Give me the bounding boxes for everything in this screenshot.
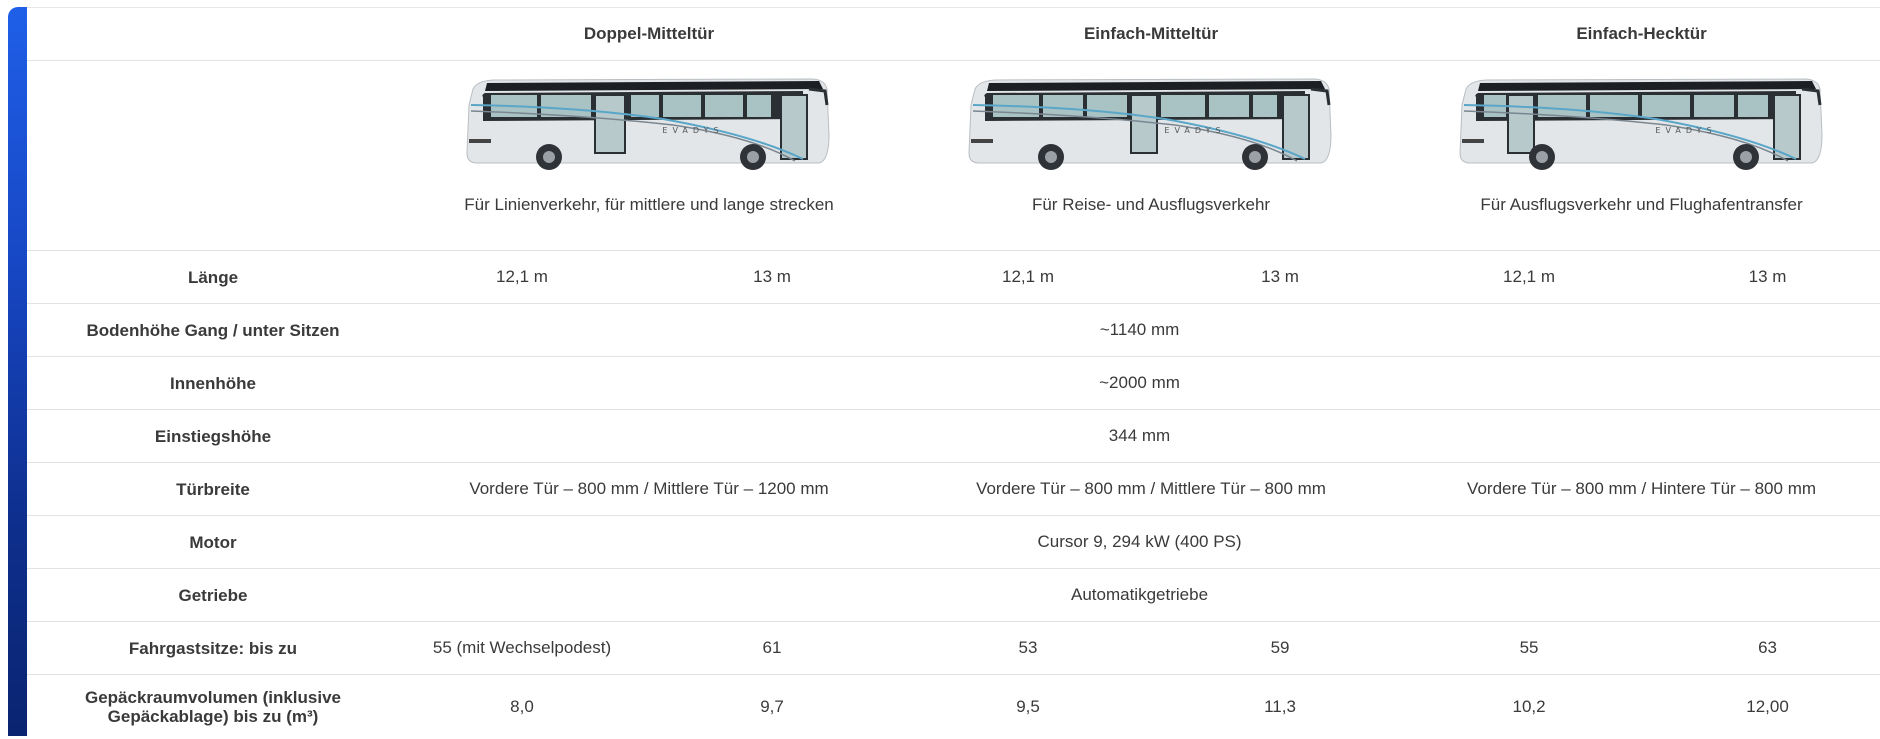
table-cell: 13 m: [1157, 250, 1404, 304]
table-cell: 344 mm: [399, 409, 1880, 463]
table-cell: Automatikgetriebe: [399, 568, 1880, 622]
svg-text:EVADYS: EVADYS: [662, 126, 723, 135]
table-row: Motor Cursor 9, 294 kW (400 PS): [27, 515, 1880, 569]
spec-table: Doppel-Mitteltür Einfach-Mitteltür Einfa…: [27, 7, 1880, 739]
svg-text:EVADYS: EVADYS: [1655, 126, 1716, 135]
table-cell: 55 (mit Wechselpodest): [399, 621, 645, 675]
table-cell: ~1140 mm: [399, 303, 1880, 357]
bus-description: Für Reise- und Ausflugsverkehr: [1031, 195, 1271, 214]
table-cell: 13 m: [1655, 250, 1880, 304]
bus-cell-2: EVADYS Für Reise- und Ausflugsverkehr: [899, 60, 1404, 251]
table-cell: 12,1 m: [899, 250, 1158, 304]
label-line: Gepäckraumvolumen (inklusive: [84, 687, 342, 707]
table-row: Innenhöhe ~2000 mm: [27, 356, 1880, 410]
table-cell: 12,1 m: [1403, 250, 1656, 304]
table-cell: 12,00: [1655, 674, 1880, 739]
bus-cell-3: EVADYS Für Ausflugsverkehr und Flughafen…: [1403, 60, 1880, 251]
table-cell: 59: [1157, 621, 1404, 675]
label-line: Gepäckablage) bis zu (m³): [107, 706, 319, 726]
table-cell: 12,1 m: [399, 250, 645, 304]
table-cell: 55: [1403, 621, 1656, 675]
table-cell: Vordere Tür – 800 mm / Mittlere Tür – 12…: [399, 462, 900, 516]
table-row: Gepäckraumvolumen (inklusive Gepäckablag…: [27, 674, 1880, 739]
table-cell: 8,0: [399, 674, 645, 739]
table-cell: 9,5: [899, 674, 1158, 739]
row-label-gepaeckraumvolumen: Gepäckraumvolumen (inklusive Gepäckablag…: [27, 674, 399, 739]
column-header-doppel-mitteltuer: Doppel-Mitteltür: [399, 7, 900, 61]
table-cell: Cursor 9, 294 kW (400 PS): [399, 515, 1880, 569]
bus-cell-1: EVADYS Für Linienverkehr, für mittlere u…: [399, 60, 900, 251]
table-row: Bodenhöhe Gang / unter Sitzen ~1140 mm: [27, 303, 1880, 357]
table-cell: 63: [1655, 621, 1880, 675]
header-row: Doppel-Mitteltür Einfach-Mitteltür Einfa…: [27, 7, 1880, 61]
table-row: Länge 12,1 m 13 m 12,1 m 13 m 12,1 m 13 …: [27, 250, 1880, 304]
row-label-getriebe: Getriebe: [27, 568, 399, 622]
bus-description: Für Ausflugsverkehr und Flughafentransfe…: [1480, 195, 1803, 214]
bus-image-row: EVADYS Für Linienverkehr, für mittlere u…: [27, 60, 1880, 251]
column-header-einfach-hecktuer: Einfach-Hecktür: [1403, 7, 1880, 61]
table-row: Fahrgastsitze: bis zu 55 (mit Wechselpod…: [27, 621, 1880, 675]
table-cell: 11,3: [1157, 674, 1404, 739]
table-cell: 61: [645, 621, 900, 675]
column-header-einfach-mitteltuer: Einfach-Mitteltür: [899, 7, 1404, 61]
header-empty-cell: [27, 7, 399, 61]
row-label-motor: Motor: [27, 515, 399, 569]
table-cell: 9,7: [645, 674, 900, 739]
table-cell: Vordere Tür – 800 mm / Hintere Tür – 800…: [1403, 462, 1880, 516]
row-label-laenge: Länge: [27, 250, 399, 304]
bus-image-icon: EVADYS: [968, 78, 1332, 170]
table-cell: 13 m: [645, 250, 900, 304]
row-label-innenhoehe: Innenhöhe: [27, 356, 399, 410]
bus-row-empty-cell: [27, 60, 399, 251]
table-cell: Vordere Tür – 800 mm / Mittlere Tür – 80…: [899, 462, 1404, 516]
row-label-tuerbreite: Türbreite: [27, 462, 399, 516]
table-row: Türbreite Vordere Tür – 800 mm / Mittler…: [27, 462, 1880, 516]
table-cell: 53: [899, 621, 1158, 675]
row-label-bodenhoehe: Bodenhöhe Gang / unter Sitzen: [27, 303, 399, 357]
table-cell: ~2000 mm: [399, 356, 1880, 410]
row-label-einstiegshoehe: Einstiegshöhe: [27, 409, 399, 463]
bus-description: Für Linienverkehr, für mittlere und lang…: [464, 195, 834, 214]
row-label-fahrgastsitze: Fahrgastsitze: bis zu: [27, 621, 399, 675]
bus-image-icon: EVADYS: [1459, 78, 1823, 170]
table-cell: 10,2: [1403, 674, 1656, 739]
left-accent-bar: [8, 7, 27, 736]
table-row: Getriebe Automatikgetriebe: [27, 568, 1880, 622]
svg-text:EVADYS: EVADYS: [1164, 126, 1225, 135]
bus-image-icon: EVADYS: [466, 78, 830, 170]
table-row: Einstiegshöhe 344 mm: [27, 409, 1880, 463]
